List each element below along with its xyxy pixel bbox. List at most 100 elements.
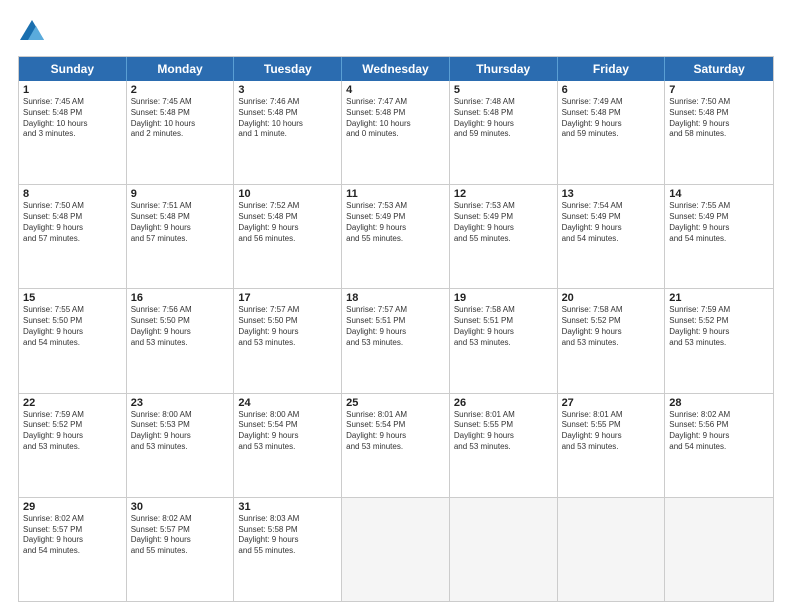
cell-text-line: Sunrise: 7:59 AM (669, 305, 769, 316)
cell-text-line: Sunset: 5:49 PM (346, 212, 445, 223)
cell-text-line: Sunset: 5:48 PM (238, 212, 337, 223)
day-number: 2 (131, 84, 230, 96)
calendar-cell-day-19: 19Sunrise: 7:58 AMSunset: 5:51 PMDayligh… (450, 289, 558, 392)
cell-text-line: Sunset: 5:48 PM (238, 108, 337, 119)
calendar-cell-day-23: 23Sunrise: 8:00 AMSunset: 5:53 PMDayligh… (127, 394, 235, 497)
cell-text-line: and 55 minutes. (131, 546, 230, 557)
calendar-cell-day-25: 25Sunrise: 8:01 AMSunset: 5:54 PMDayligh… (342, 394, 450, 497)
cell-text-line: Sunset: 5:48 PM (454, 108, 553, 119)
cell-text-line: and 2 minutes. (131, 129, 230, 140)
cell-text-line: and 55 minutes. (346, 234, 445, 245)
cell-text-line: Sunrise: 8:02 AM (131, 514, 230, 525)
header-day-monday: Monday (127, 57, 235, 81)
calendar-cell-day-4: 4Sunrise: 7:47 AMSunset: 5:48 PMDaylight… (342, 81, 450, 184)
calendar-cell-empty (558, 498, 666, 601)
header-day-thursday: Thursday (450, 57, 558, 81)
cell-text-line: and 55 minutes. (454, 234, 553, 245)
cell-text-line: and 58 minutes. (669, 129, 769, 140)
calendar-cell-day-13: 13Sunrise: 7:54 AMSunset: 5:49 PMDayligh… (558, 185, 666, 288)
cell-text-line: Daylight: 9 hours (131, 327, 230, 338)
calendar-body: 1Sunrise: 7:45 AMSunset: 5:48 PMDaylight… (19, 81, 773, 601)
cell-text-line: and 59 minutes. (454, 129, 553, 140)
cell-text-line: Daylight: 9 hours (669, 119, 769, 130)
cell-text-line: Sunrise: 7:45 AM (131, 97, 230, 108)
day-number: 21 (669, 292, 769, 304)
cell-text-line: Sunrise: 7:48 AM (454, 97, 553, 108)
calendar-cell-day-26: 26Sunrise: 8:01 AMSunset: 5:55 PMDayligh… (450, 394, 558, 497)
cell-text-line: Sunset: 5:55 PM (562, 420, 661, 431)
cell-text-line: Daylight: 10 hours (23, 119, 122, 130)
cell-text-line: and 54 minutes. (23, 338, 122, 349)
cell-text-line: Sunset: 5:58 PM (238, 525, 337, 536)
cell-text-line: Daylight: 9 hours (23, 535, 122, 546)
day-number: 4 (346, 84, 445, 96)
day-number: 5 (454, 84, 553, 96)
day-number: 15 (23, 292, 122, 304)
cell-text-line: Sunrise: 7:49 AM (562, 97, 661, 108)
cell-text-line: and 57 minutes. (131, 234, 230, 245)
calendar-cell-day-5: 5Sunrise: 7:48 AMSunset: 5:48 PMDaylight… (450, 81, 558, 184)
cell-text-line: Daylight: 9 hours (238, 223, 337, 234)
day-number: 16 (131, 292, 230, 304)
cell-text-line: Daylight: 9 hours (346, 223, 445, 234)
calendar-cell-day-27: 27Sunrise: 8:01 AMSunset: 5:55 PMDayligh… (558, 394, 666, 497)
cell-text-line: Sunrise: 8:00 AM (131, 410, 230, 421)
cell-text-line: Sunset: 5:50 PM (131, 316, 230, 327)
cell-text-line: Sunset: 5:54 PM (346, 420, 445, 431)
calendar: SundayMondayTuesdayWednesdayThursdayFrid… (18, 56, 774, 602)
day-number: 27 (562, 397, 661, 409)
calendar-row-4: 22Sunrise: 7:59 AMSunset: 5:52 PMDayligh… (19, 394, 773, 498)
cell-text-line: Sunrise: 7:57 AM (238, 305, 337, 316)
cell-text-line: Daylight: 9 hours (131, 223, 230, 234)
day-number: 1 (23, 84, 122, 96)
cell-text-line: Daylight: 10 hours (131, 119, 230, 130)
calendar-cell-day-14: 14Sunrise: 7:55 AMSunset: 5:49 PMDayligh… (665, 185, 773, 288)
cell-text-line: and 53 minutes. (454, 338, 553, 349)
cell-text-line: and 53 minutes. (23, 442, 122, 453)
cell-text-line: Sunrise: 7:56 AM (131, 305, 230, 316)
cell-text-line: Sunrise: 7:55 AM (23, 305, 122, 316)
calendar-cell-empty (450, 498, 558, 601)
cell-text-line: and 54 minutes. (669, 234, 769, 245)
cell-text-line: Sunrise: 7:46 AM (238, 97, 337, 108)
cell-text-line: Daylight: 9 hours (23, 431, 122, 442)
cell-text-line: Daylight: 9 hours (669, 431, 769, 442)
cell-text-line: Daylight: 9 hours (562, 431, 661, 442)
cell-text-line: Sunset: 5:52 PM (562, 316, 661, 327)
calendar-cell-day-31: 31Sunrise: 8:03 AMSunset: 5:58 PMDayligh… (234, 498, 342, 601)
cell-text-line: and 53 minutes. (562, 442, 661, 453)
calendar-cell-day-1: 1Sunrise: 7:45 AMSunset: 5:48 PMDaylight… (19, 81, 127, 184)
day-number: 17 (238, 292, 337, 304)
header-day-saturday: Saturday (665, 57, 773, 81)
day-number: 14 (669, 188, 769, 200)
calendar-cell-day-6: 6Sunrise: 7:49 AMSunset: 5:48 PMDaylight… (558, 81, 666, 184)
cell-text-line: Sunset: 5:51 PM (454, 316, 553, 327)
page: SundayMondayTuesdayWednesdayThursdayFrid… (0, 0, 792, 612)
cell-text-line: Daylight: 9 hours (454, 119, 553, 130)
day-number: 30 (131, 501, 230, 513)
cell-text-line: Sunset: 5:49 PM (454, 212, 553, 223)
cell-text-line: and 53 minutes. (131, 338, 230, 349)
day-number: 26 (454, 397, 553, 409)
day-number: 18 (346, 292, 445, 304)
cell-text-line: and 53 minutes. (346, 442, 445, 453)
day-number: 12 (454, 188, 553, 200)
calendar-cell-day-12: 12Sunrise: 7:53 AMSunset: 5:49 PMDayligh… (450, 185, 558, 288)
cell-text-line: and 53 minutes. (238, 442, 337, 453)
cell-text-line: and 56 minutes. (238, 234, 337, 245)
day-number: 8 (23, 188, 122, 200)
cell-text-line: Sunset: 5:48 PM (562, 108, 661, 119)
cell-text-line: Daylight: 9 hours (23, 223, 122, 234)
cell-text-line: Sunrise: 7:45 AM (23, 97, 122, 108)
cell-text-line: Sunset: 5:48 PM (131, 212, 230, 223)
calendar-cell-day-24: 24Sunrise: 8:00 AMSunset: 5:54 PMDayligh… (234, 394, 342, 497)
cell-text-line: Sunset: 5:48 PM (346, 108, 445, 119)
cell-text-line: Sunrise: 8:00 AM (238, 410, 337, 421)
calendar-cell-day-17: 17Sunrise: 7:57 AMSunset: 5:50 PMDayligh… (234, 289, 342, 392)
cell-text-line: Daylight: 9 hours (131, 535, 230, 546)
cell-text-line: and 3 minutes. (23, 129, 122, 140)
day-number: 20 (562, 292, 661, 304)
calendar-cell-day-2: 2Sunrise: 7:45 AMSunset: 5:48 PMDaylight… (127, 81, 235, 184)
cell-text-line: Daylight: 9 hours (454, 223, 553, 234)
cell-text-line: and 53 minutes. (131, 442, 230, 453)
